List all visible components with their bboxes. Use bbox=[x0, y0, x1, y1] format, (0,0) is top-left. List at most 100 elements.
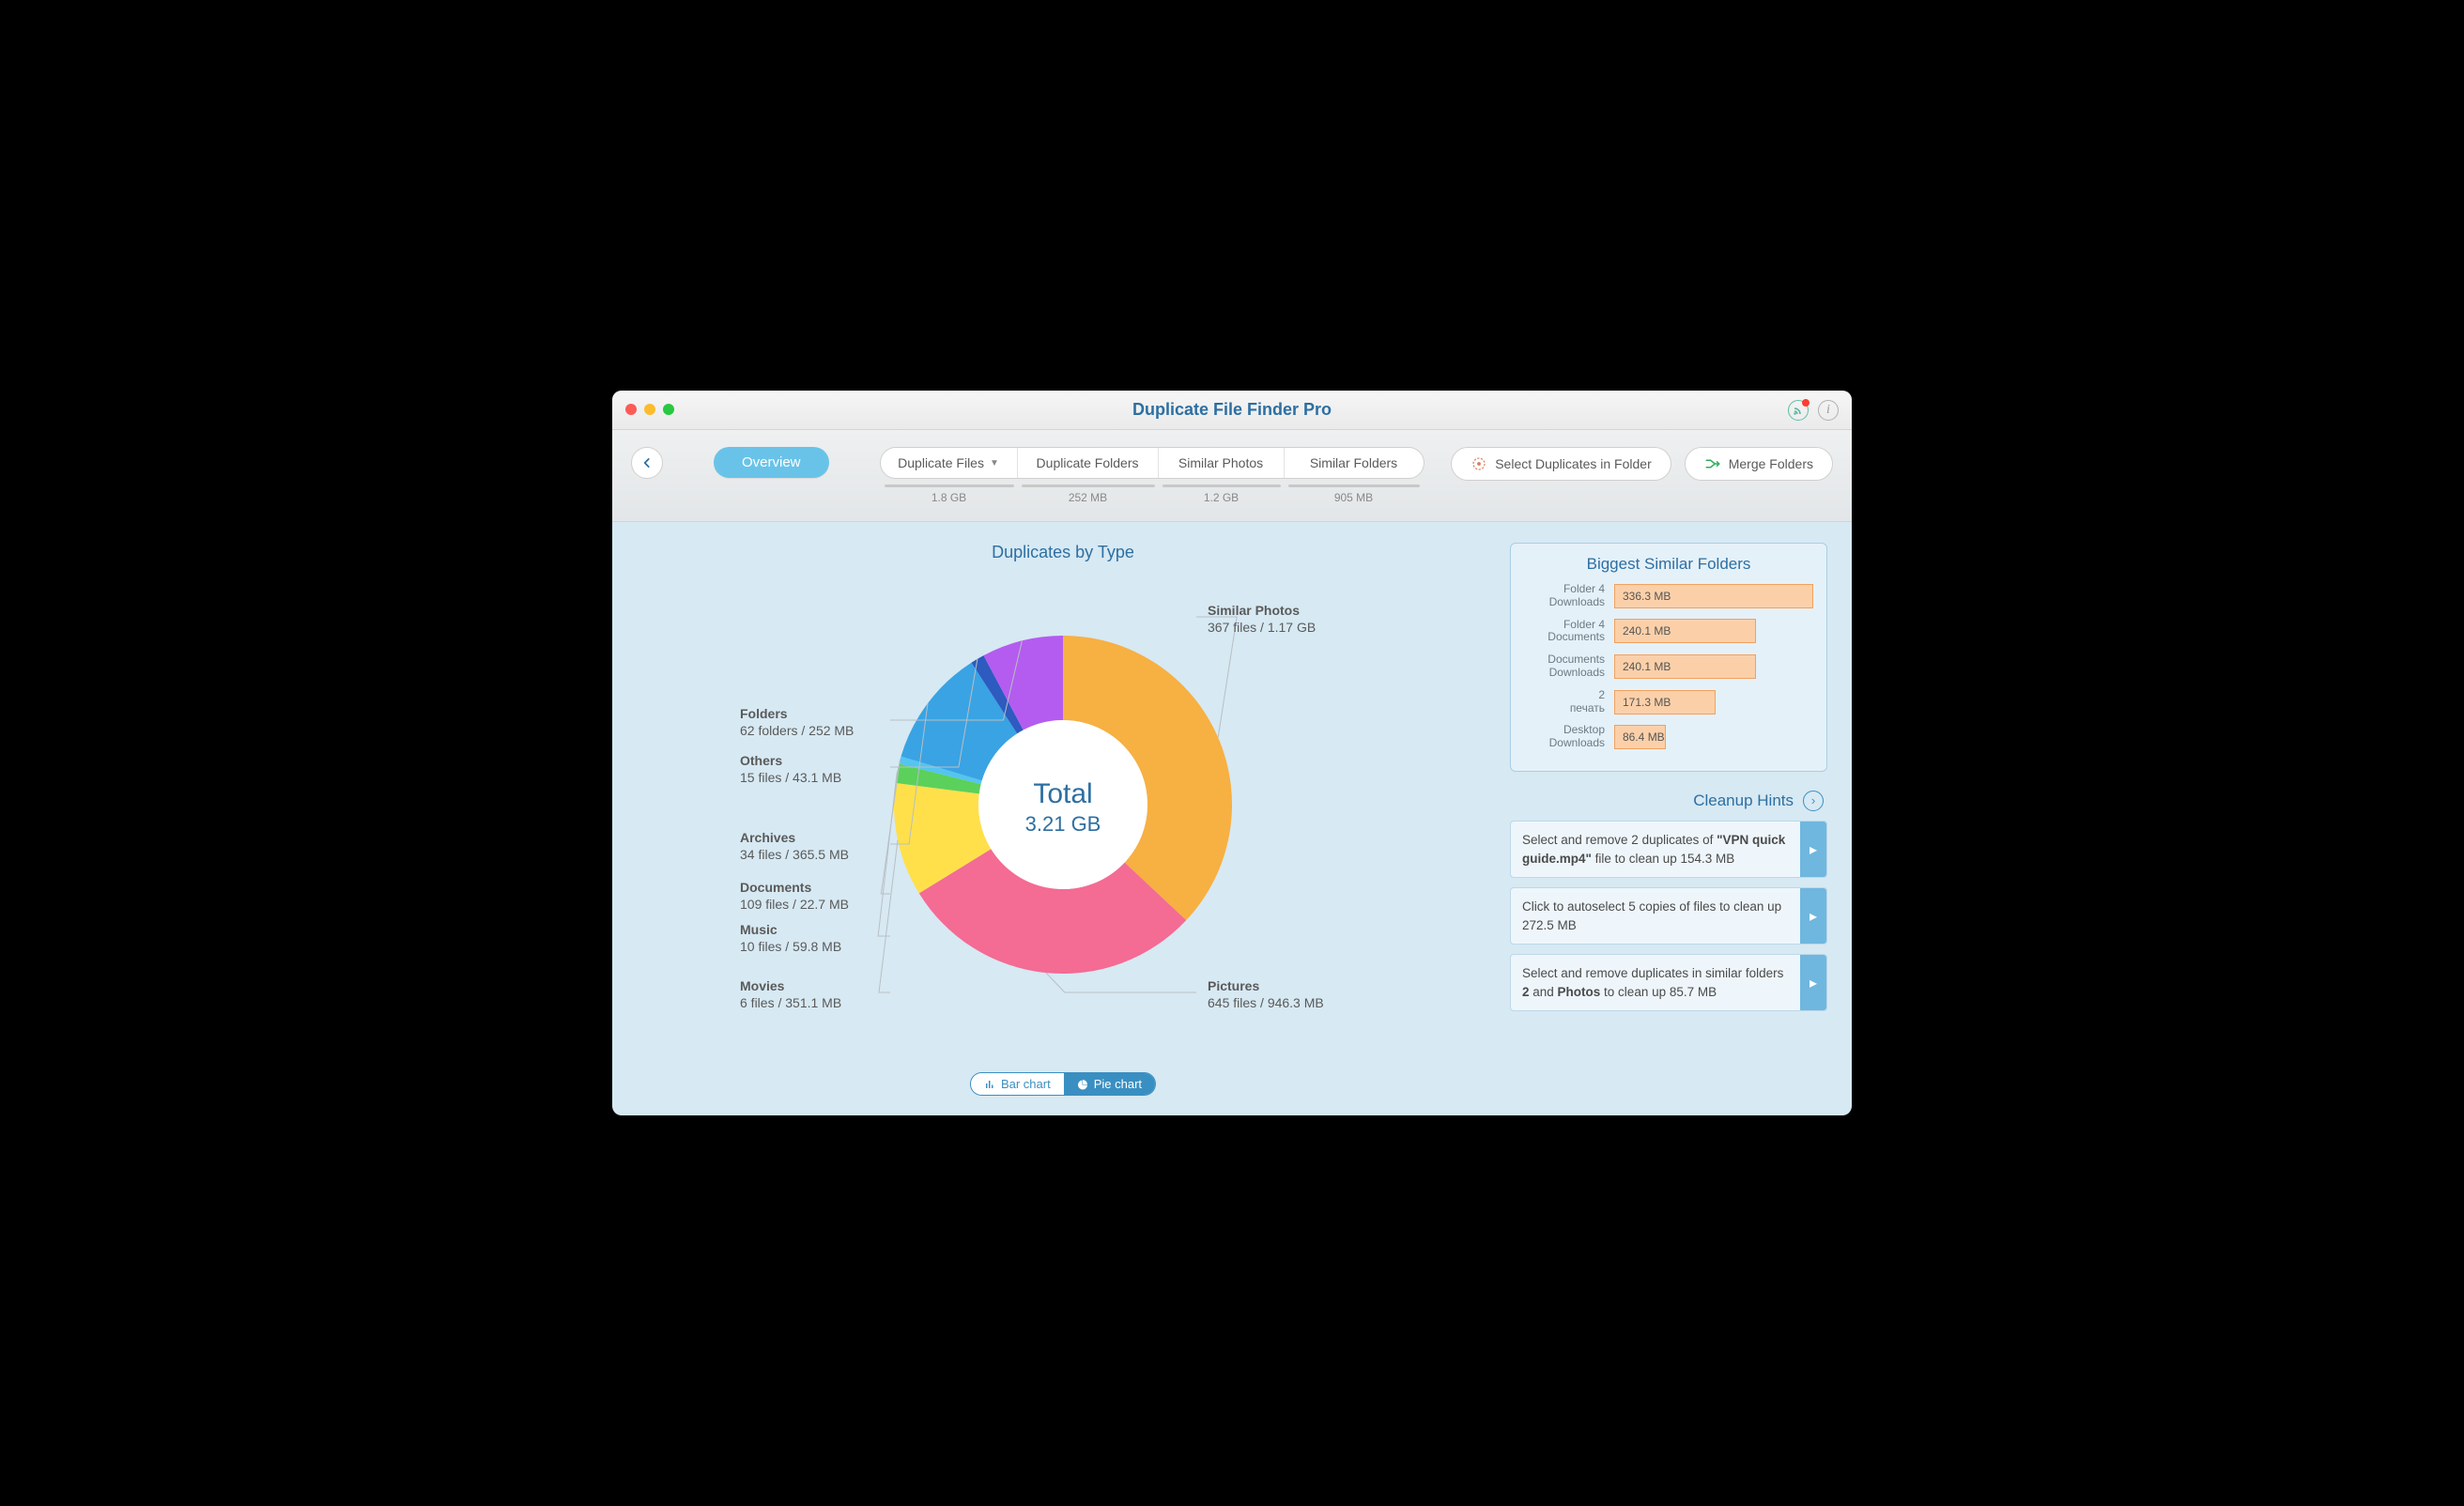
window-controls bbox=[625, 404, 674, 415]
tab-duplicate-folders[interactable]: Duplicate Folders bbox=[1018, 448, 1159, 478]
tab-size-label: 1.8 GB bbox=[881, 484, 1018, 504]
biggest-folder-bar: 336.3 MB bbox=[1614, 584, 1813, 608]
right-column: Biggest Similar Folders Folder 4Download… bbox=[1510, 543, 1827, 1097]
window-title: Duplicate File Finder Pro bbox=[1132, 400, 1332, 420]
back-button[interactable] bbox=[631, 447, 663, 479]
callout-documents: Documents109 files / 22.7 MB bbox=[740, 879, 849, 913]
chart-panel: Duplicates by Type Total 3.21 GB Bar cha… bbox=[637, 543, 1489, 1097]
donut-center-value: 3.21 GB bbox=[1025, 812, 1101, 837]
callout-similar-photos: Similar Photos367 files / 1.17 GB bbox=[1208, 602, 1316, 636]
toolbar: Overview Duplicate Files ▼ Duplicate Folde… bbox=[612, 430, 1852, 522]
chevron-down-icon: ▼ bbox=[990, 458, 999, 469]
callout-title: Folders bbox=[740, 705, 854, 722]
tab-similar-folders[interactable]: Similar Folders bbox=[1285, 448, 1424, 478]
callout-detail: 15 files / 43.1 MB bbox=[740, 769, 841, 786]
tab-duplicate-files[interactable]: Duplicate Files ▼ bbox=[881, 448, 1018, 478]
callout-detail: 367 files / 1.17 GB bbox=[1208, 619, 1316, 636]
tab-size-label: 252 MB bbox=[1018, 484, 1159, 504]
main-content: Duplicates by Type Total 3.21 GB Bar cha… bbox=[612, 522, 1852, 1115]
callout-detail: 109 files / 22.7 MB bbox=[740, 896, 849, 913]
pie-chart-label: Pie chart bbox=[1094, 1077, 1142, 1091]
merge-folders-label: Merge Folders bbox=[1729, 456, 1813, 471]
cleanup-hint-card[interactable]: Click to autoselect 5 copies of files to… bbox=[1510, 887, 1827, 945]
tab-label: Similar Folders bbox=[1310, 455, 1397, 470]
callout-title: Archives bbox=[740, 829, 849, 846]
biggest-folder-label: Folder 4Documents bbox=[1524, 619, 1605, 645]
minimize-window-button[interactable] bbox=[644, 404, 655, 415]
select-duplicates-label: Select Duplicates in Folder bbox=[1495, 456, 1652, 471]
feed-icon[interactable] bbox=[1788, 400, 1809, 421]
biggest-folder-bar: 86.4 MB bbox=[1614, 725, 1666, 749]
callout-title: Similar Photos bbox=[1208, 602, 1316, 619]
callout-others: Others15 files / 43.1 MB bbox=[740, 752, 841, 786]
biggest-folder-row[interactable]: DesktopDownloads 86.4 MB bbox=[1524, 724, 1813, 750]
callout-title: Music bbox=[740, 921, 841, 938]
close-window-button[interactable] bbox=[625, 404, 637, 415]
overview-button[interactable]: Overview bbox=[714, 447, 829, 478]
cleanup-hint-text: Select and remove duplicates in similar … bbox=[1511, 955, 1800, 1010]
cleanup-hint-go-button[interactable]: ▸ bbox=[1800, 888, 1826, 944]
hints-next-button[interactable]: › bbox=[1803, 791, 1824, 811]
chart-title: Duplicates by Type bbox=[637, 543, 1489, 562]
biggest-folder-row[interactable]: Folder 4Documents 240.1 MB bbox=[1524, 619, 1813, 645]
app-window: Duplicate File Finder Pro i Overview Dup… bbox=[612, 391, 1852, 1115]
bar-chart-toggle[interactable]: Bar chart bbox=[971, 1073, 1064, 1095]
callout-detail: 10 files / 59.8 MB bbox=[740, 938, 841, 955]
callout-title: Pictures bbox=[1208, 977, 1324, 994]
callout-title: Others bbox=[740, 752, 841, 769]
biggest-folder-row[interactable]: DocumentsDownloads 240.1 MB bbox=[1524, 653, 1813, 680]
merge-icon bbox=[1704, 455, 1721, 472]
donut-center-label: Total bbox=[1025, 778, 1101, 810]
category-tabs: Duplicate Files ▼ Duplicate Folders Similar… bbox=[880, 447, 1424, 504]
cleanup-hint-go-button[interactable]: ▸ bbox=[1800, 955, 1826, 1010]
hints-title: Cleanup Hints bbox=[1514, 791, 1794, 810]
callout-title: Movies bbox=[740, 977, 841, 994]
biggest-folder-bar: 240.1 MB bbox=[1614, 619, 1756, 643]
callout-movies: Movies6 files / 351.1 MB bbox=[740, 977, 841, 1011]
tab-label: Duplicate Folders bbox=[1037, 455, 1139, 470]
cleanup-hint-card[interactable]: Select and remove 2 duplicates of "VPN q… bbox=[1510, 821, 1827, 878]
info-icon[interactable]: i bbox=[1818, 400, 1839, 421]
titlebar: Duplicate File Finder Pro i bbox=[612, 391, 1852, 430]
callout-music: Music10 files / 59.8 MB bbox=[740, 921, 841, 955]
cleanup-hint-text: Select and remove 2 duplicates of "VPN q… bbox=[1511, 822, 1800, 877]
tab-label: Similar Photos bbox=[1178, 455, 1263, 470]
tab-size-label: 1.2 GB bbox=[1159, 484, 1285, 504]
chart-type-toggle: Bar chart Pie chart bbox=[970, 1072, 1156, 1096]
biggest-folder-row[interactable]: 2печать 171.3 MB bbox=[1524, 689, 1813, 715]
bar-chart-label: Bar chart bbox=[1001, 1077, 1051, 1091]
biggest-folder-bar: 171.3 MB bbox=[1614, 690, 1716, 715]
chart-area: Total 3.21 GB Bar chart Pie chart Simila bbox=[637, 570, 1489, 1096]
biggest-folder-label: DocumentsDownloads bbox=[1524, 653, 1605, 680]
donut-center: Total 3.21 GB bbox=[1025, 778, 1101, 837]
callout-title: Documents bbox=[740, 879, 849, 896]
pie-chart-toggle[interactable]: Pie chart bbox=[1064, 1073, 1155, 1095]
biggest-folder-label: Folder 4Downloads bbox=[1524, 583, 1605, 609]
callout-detail: 34 files / 365.5 MB bbox=[740, 846, 849, 863]
cleanup-hint-go-button[interactable]: ▸ bbox=[1800, 822, 1826, 877]
target-icon bbox=[1471, 455, 1487, 472]
biggest-folder-row[interactable]: Folder 4Downloads 336.3 MB bbox=[1524, 583, 1813, 609]
cleanup-hints-panel: Cleanup Hints › Select and remove 2 dupl… bbox=[1510, 791, 1827, 1011]
biggest-folder-label: 2печать bbox=[1524, 689, 1605, 715]
tab-similar-photos[interactable]: Similar Photos bbox=[1159, 448, 1285, 478]
biggest-panel-title: Biggest Similar Folders bbox=[1524, 555, 1813, 574]
biggest-similar-folders-panel: Biggest Similar Folders Folder 4Download… bbox=[1510, 543, 1827, 772]
bar-chart-icon bbox=[984, 1079, 995, 1090]
merge-folders-button[interactable]: Merge Folders bbox=[1685, 447, 1833, 481]
select-duplicates-in-folder-button[interactable]: Select Duplicates in Folder bbox=[1451, 447, 1671, 481]
biggest-folder-label: DesktopDownloads bbox=[1524, 724, 1605, 750]
callout-detail: 62 folders / 252 MB bbox=[740, 722, 854, 739]
cleanup-hint-card[interactable]: Select and remove duplicates in similar … bbox=[1510, 954, 1827, 1011]
tab-label: Duplicate Files bbox=[898, 455, 984, 470]
fullscreen-window-button[interactable] bbox=[663, 404, 674, 415]
callout-detail: 645 files / 946.3 MB bbox=[1208, 994, 1324, 1011]
callout-archives: Archives34 files / 365.5 MB bbox=[740, 829, 849, 863]
notification-badge-icon bbox=[1802, 399, 1810, 407]
callout-detail: 6 files / 351.1 MB bbox=[740, 994, 841, 1011]
pie-chart-icon bbox=[1077, 1079, 1088, 1090]
tab-size-label: 905 MB bbox=[1285, 484, 1424, 504]
donut-chart[interactable]: Total 3.21 GB bbox=[885, 626, 1241, 988]
biggest-folder-bar: 240.1 MB bbox=[1614, 654, 1756, 679]
callout-folders: Folders62 folders / 252 MB bbox=[740, 705, 854, 739]
